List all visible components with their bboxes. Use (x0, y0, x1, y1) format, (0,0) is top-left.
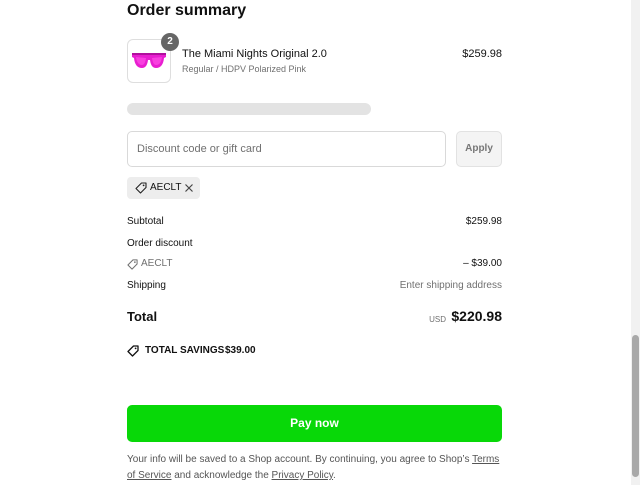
privacy-policy-link[interactable]: Privacy Policy (272, 470, 334, 481)
legal-notice: Your info will be saved to a Shop accoun… (127, 452, 502, 484)
close-icon[interactable] (184, 183, 194, 193)
product-price: $259.98 (462, 48, 502, 60)
sunglasses-icon (132, 53, 166, 68)
scrollbar-thumb[interactable] (632, 335, 639, 477)
shipping-value: Enter shipping address (399, 280, 502, 291)
total-currency: USD (429, 315, 446, 324)
order-summary-title: Order summary (127, 2, 247, 19)
product-variant: Regular / HDPV Polarized Pink (182, 64, 307, 74)
legal-text-middle: and acknowledge the (171, 470, 272, 481)
product-name: The Miami Nights Original 2.0 (182, 48, 327, 60)
subtotal-value: $259.98 (465, 216, 502, 227)
order-discount-label: Order discount (127, 238, 193, 249)
tag-icon (127, 259, 138, 270)
tag-icon (135, 182, 147, 194)
quantity-badge: 2 (161, 33, 179, 51)
pay-now-button[interactable]: Pay now (127, 405, 502, 442)
loading-placeholder-bar (127, 103, 371, 115)
shipping-label: Shipping (127, 280, 166, 291)
applied-discount-tag: AECLT (127, 177, 200, 199)
checkout-page: Order summary 2 The Miami Nights Origina… (0, 0, 640, 485)
total-label: Total (127, 309, 158, 324)
discount-value: – $39.00 (463, 258, 502, 269)
total-amount: $220.98 (451, 308, 502, 324)
discount-code-label: AECLT (141, 258, 173, 269)
savings-tag-icon (127, 345, 139, 357)
legal-text-after: . (333, 470, 336, 481)
applied-discount-code: AECLT (150, 182, 182, 193)
legal-text-before: Your info will be saved to a Shop accoun… (127, 454, 473, 465)
apply-discount-button[interactable]: Apply (456, 131, 502, 167)
scrollbar-track[interactable] (631, 0, 640, 485)
total-savings-label: TOTAL SAVINGS (145, 345, 225, 356)
discount-code-input[interactable] (127, 131, 446, 167)
subtotal-label: Subtotal (127, 216, 164, 227)
total-savings-value: $39.00 (225, 345, 256, 356)
